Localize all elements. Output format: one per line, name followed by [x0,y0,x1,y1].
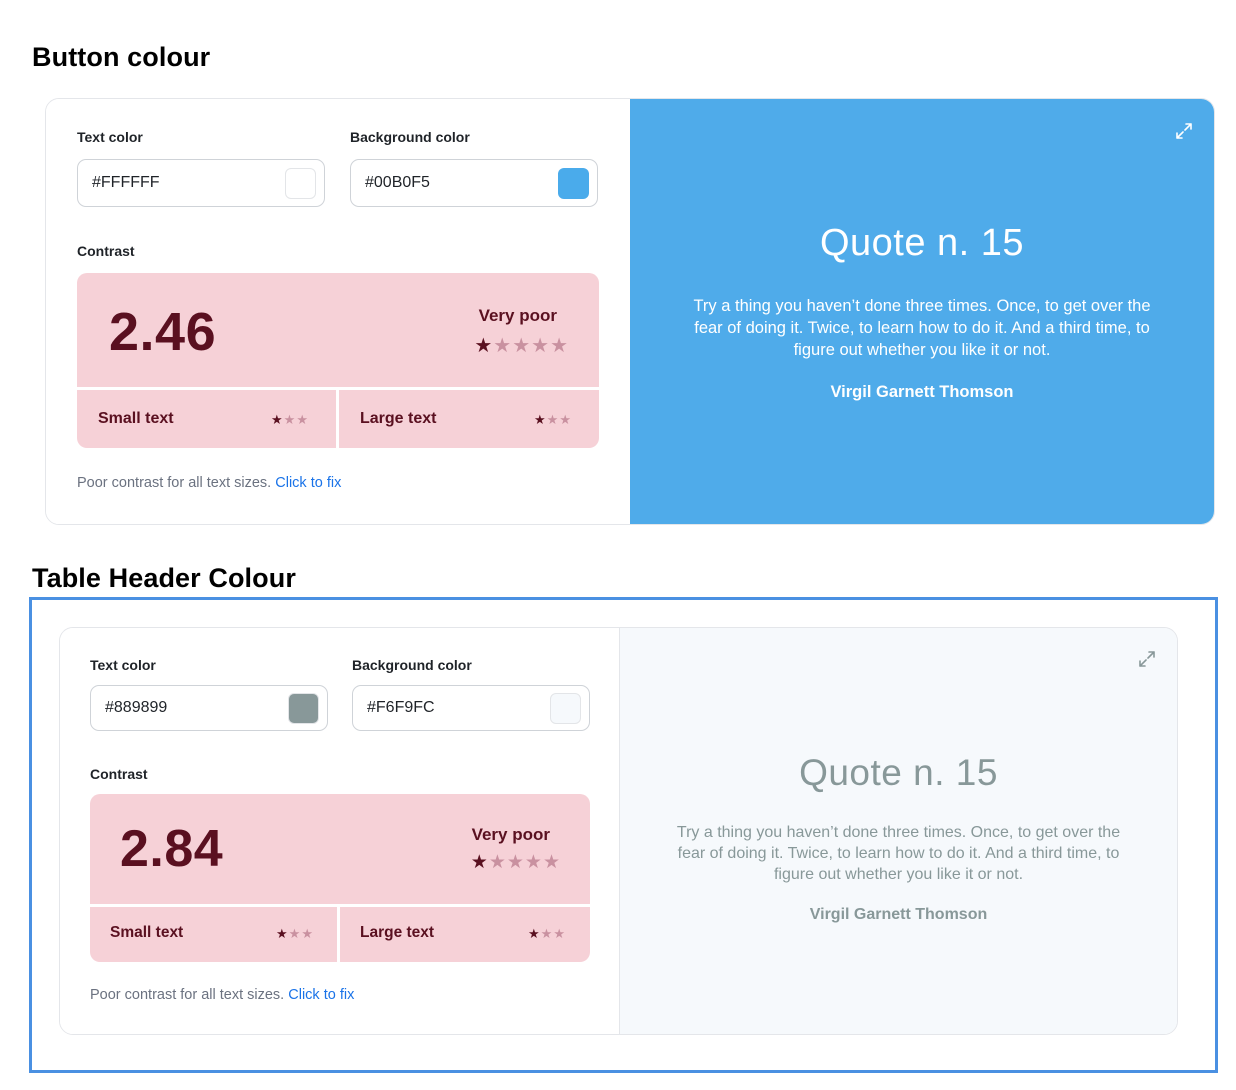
quote-author: Virgil Garnett Thomson [830,382,1014,401]
rating-stars: ★★★★★ [471,851,561,874]
large-text-stars: ★★★ [534,412,572,428]
contrast-result: 2.84 Very poor ★★★★★ Small text ★★★ Larg… [90,794,590,962]
contrast-label: Contrast [90,766,148,782]
section-title: Button colour [32,42,211,72]
background-color-input[interactable]: #F6F9FC [352,685,590,731]
rating-stars: ★★★★★ [474,333,569,358]
preview-panel: Quote n. 15 Try a thing you haven’t done… [619,628,1177,1034]
large-text-label: Large text [360,410,437,427]
click-to-fix-link[interactable]: Click to fix [275,475,341,491]
star-filled-icon: ★ [474,335,494,357]
expand-icon[interactable] [1137,649,1157,669]
background-color-input[interactable]: #00B0F5 [350,159,598,207]
contrast-result: 2.46 Very poor ★★★★★ Small text ★★★ Larg… [77,273,599,448]
star-filled-icon: ★ [271,412,284,427]
star-empty-icon: ★ [288,926,302,941]
star-empty-icon: ★ [488,852,507,873]
controls-panel: Text color #889899 Background color #F6F… [60,628,619,1034]
text-color-input[interactable]: #889899 [90,685,328,731]
background-color-swatch[interactable] [550,693,581,724]
text-color-value: #FFFFFF [92,174,160,191]
contrast-checker-card: Text color #889899 Background color #F6F… [59,627,1178,1035]
click-to-fix-link[interactable]: Click to fix [288,987,354,1003]
star-empty-icon: ★ [512,335,532,357]
hint-text: Poor contrast for all text sizes. [90,987,285,1003]
small-text-label: Small text [98,410,174,427]
star-empty-icon: ★ [283,412,297,427]
text-color-swatch[interactable] [288,693,319,724]
contrast-ratio: 2.84 [120,820,224,878]
divider [337,904,340,962]
star-empty-icon: ★ [540,926,554,941]
contrast-hint: Poor contrast for all text sizes. Click … [77,475,341,491]
star-filled-icon: ★ [470,852,489,873]
expand-icon[interactable] [1174,121,1194,141]
rating-label: Very poor [471,825,550,844]
star-filled-icon: ★ [534,412,547,427]
rating-label: Very poor [478,306,557,325]
background-color-value: #00B0F5 [365,174,430,191]
small-text-stars: ★★★ [271,412,309,428]
contrast-ratio: 2.46 [109,302,217,362]
text-color-label: Text color [90,657,156,673]
star-filled-icon: ★ [528,926,541,941]
star-empty-icon: ★ [301,926,314,941]
large-text-stars: ★★★ [528,926,566,942]
star-empty-icon: ★ [546,412,560,427]
star-empty-icon: ★ [506,852,525,873]
star-empty-icon: ★ [531,335,551,357]
contrast-hint: Poor contrast for all text sizes. Click … [90,987,354,1003]
star-empty-icon: ★ [550,335,569,357]
star-empty-icon: ★ [553,926,566,941]
quote-title: Quote n. 15 [799,752,998,793]
text-color-input[interactable]: #FFFFFF [77,159,325,207]
text-color-value: #889899 [105,699,168,716]
quote-author: Virgil Garnett Thomson [809,906,988,923]
background-color-label: Background color [350,129,470,145]
contrast-label: Contrast [77,243,135,259]
background-color-swatch[interactable] [558,168,589,199]
hint-text: Poor contrast for all text sizes. [77,475,272,491]
star-filled-icon: ★ [276,926,289,941]
controls-panel: Text color #FFFFFF Background color #00B… [46,99,630,524]
quote-title: Quote n. 15 [819,221,1025,264]
preview-panel: Quote n. 15 Try a thing you haven’t done… [630,99,1214,524]
star-empty-icon: ★ [493,335,513,357]
background-color-value: #F6F9FC [367,699,435,716]
background-color-label: Background color [352,657,472,673]
section-title: Table Header Colour [32,563,296,593]
contrast-checker-card: Text color #FFFFFF Background color #00B… [45,98,1215,525]
star-empty-icon: ★ [542,852,561,873]
star-empty-icon: ★ [296,412,309,427]
divider [336,387,339,448]
divider [90,904,590,907]
star-empty-icon: ★ [559,412,572,427]
quote-text: Try a thing you haven’t done three times… [693,296,1151,359]
star-empty-icon: ★ [524,852,543,873]
quote-text: Try a thing you haven’t done three times… [676,824,1121,883]
text-color-label: Text color [77,129,143,145]
small-text-label: Small text [110,924,184,941]
large-text-label: Large text [360,924,435,941]
text-color-swatch[interactable] [285,168,316,199]
small-text-stars: ★★★ [276,926,314,942]
